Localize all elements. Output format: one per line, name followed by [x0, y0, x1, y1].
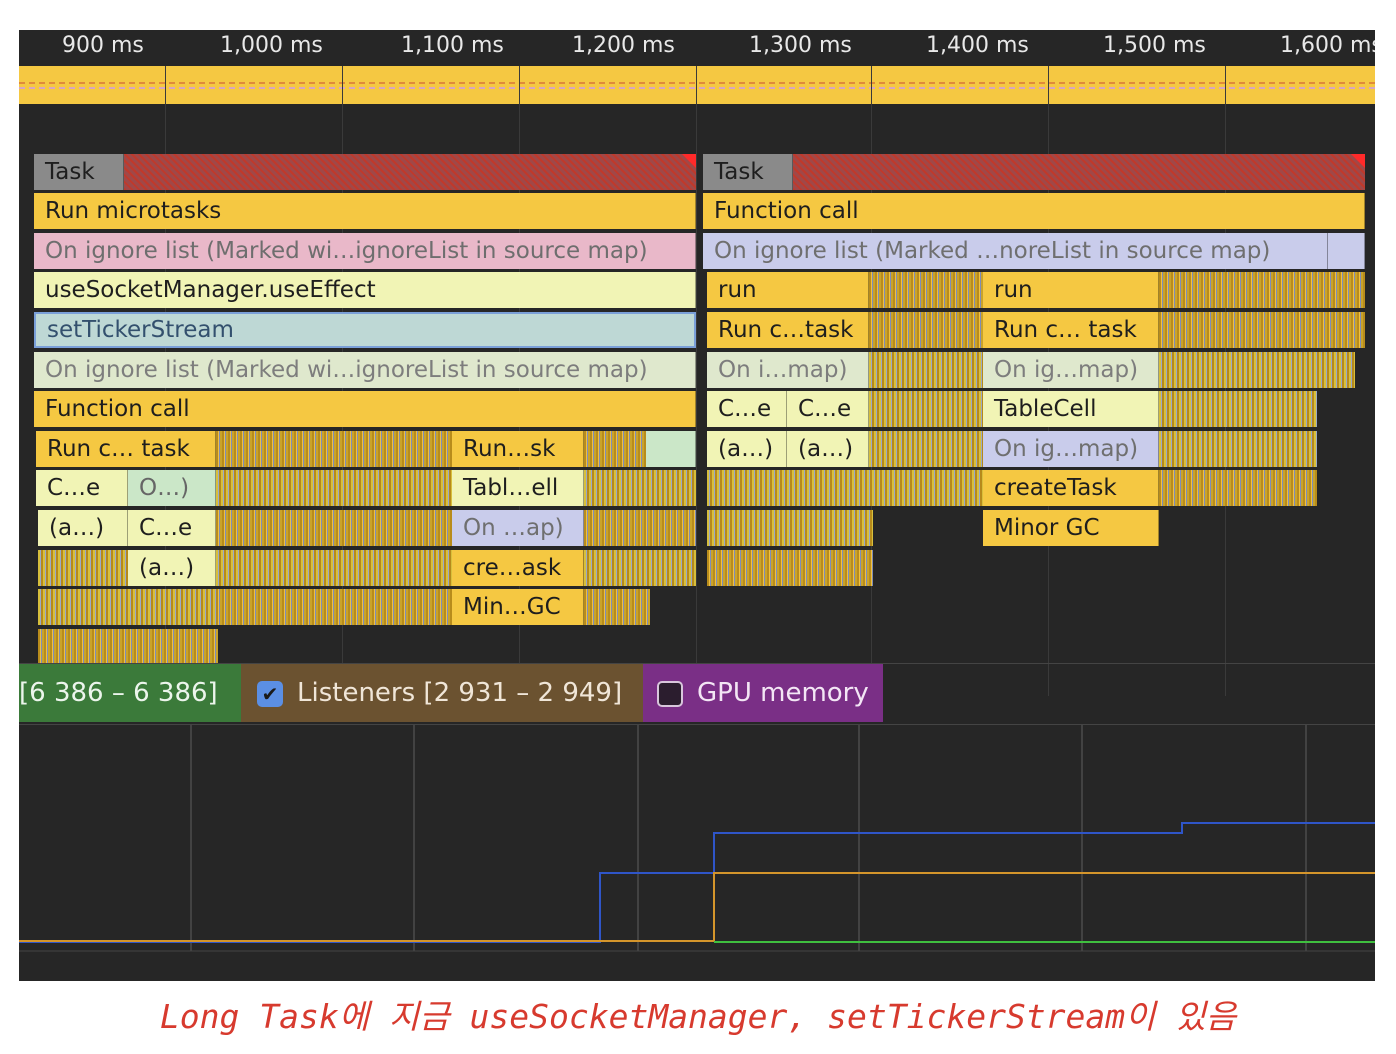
activity-strip — [869, 431, 983, 467]
ce-bar-2[interactable]: C…e — [128, 510, 216, 546]
activity-strip — [1159, 272, 1365, 308]
table-cell-bar-right[interactable]: TableCell — [983, 391, 1159, 427]
create-task-bar-right[interactable]: createTask — [983, 470, 1159, 506]
ce-bar-a[interactable]: C…e — [707, 391, 787, 427]
anon-bar-b[interactable]: (a…) — [787, 431, 869, 467]
use-socket-manager-bar[interactable]: useSocketManager.useEffect — [34, 272, 696, 308]
long-task-flag-icon — [682, 154, 696, 168]
activity-strip — [216, 589, 452, 625]
activity-strip — [584, 470, 696, 506]
tick-1300: 1,300 ms — [749, 33, 852, 58]
run-task-bar-left[interactable]: Run c… task — [36, 431, 216, 467]
minor-gc-bar-left[interactable]: Min…GC — [452, 589, 584, 625]
activity-strip — [707, 470, 983, 506]
anon-bar-2[interactable]: (a…) — [128, 550, 216, 586]
activity-strip — [869, 391, 983, 427]
activity-strip — [869, 312, 983, 348]
listeners-counter[interactable]: ✔ Listeners [2 931 – 2 949] — [241, 664, 643, 722]
set-ticker-stream-bar[interactable]: setTickerStream — [34, 312, 696, 348]
ignore-list-bar[interactable]: On ignore list (Marked wi…ignoreList in … — [34, 233, 696, 269]
tick-1400: 1,400 ms — [926, 33, 1029, 58]
run-task-bar-a[interactable]: Run c…task — [707, 312, 869, 348]
activity-strip — [1159, 470, 1317, 506]
activity-strip — [1159, 431, 1317, 467]
activity-strip — [584, 589, 650, 625]
activity-strip — [1159, 312, 1365, 348]
create-task-bar-left[interactable]: cre…ask — [452, 550, 584, 586]
activity-strip — [707, 550, 873, 586]
tick-1100: 1,100 ms — [401, 33, 504, 58]
performance-panel: 900 ms 1,000 ms 1,100 ms 1,200 ms 1,300 … — [19, 30, 1375, 981]
long-task-warning-right[interactable] — [793, 154, 1365, 190]
js-heap-line — [19, 822, 1375, 943]
table-cell-bar-left[interactable]: Tabl…ell — [452, 470, 584, 506]
activity-strip — [584, 510, 696, 546]
counter-graph — [19, 725, 1375, 952]
on-map-bar-a[interactable]: On i…map) — [707, 352, 869, 388]
gpu-memory-label: GPU memory — [697, 678, 869, 708]
long-task-warning-left[interactable] — [124, 154, 696, 190]
annotation-caption: Long Task에 지금 useSocketManager, setTicke… — [159, 997, 1237, 1036]
time-ruler: 900 ms 1,000 ms 1,100 ms 1,200 ms 1,300 … — [19, 30, 1375, 66]
cpu-activity-bar[interactable] — [19, 66, 1375, 104]
tick-1500: 1,500 ms — [1103, 33, 1206, 58]
run-task-bar-b[interactable]: Run c… task — [983, 312, 1159, 348]
nodes-counter-label: [6 386 – 6 386] — [19, 678, 218, 708]
small-bar[interactable] — [1328, 233, 1365, 269]
tick-1000: 1,000 ms — [220, 33, 323, 58]
tick-1600: 1,600 ms — [1280, 33, 1375, 58]
ce-bar-b[interactable]: C…e — [787, 391, 869, 427]
task-bar-right[interactable]: Task — [703, 154, 793, 190]
activity-strip — [38, 629, 218, 665]
run-bar-b[interactable]: run — [983, 272, 1159, 308]
ce-bar-1[interactable]: C…e — [36, 470, 128, 506]
run-microtasks-bar[interactable]: Run microtasks — [34, 193, 696, 229]
small-bar[interactable] — [646, 431, 696, 467]
listeners-checkbox[interactable]: ✔ — [257, 680, 283, 707]
anon-bar-1[interactable]: (a…) — [38, 510, 128, 546]
task-bar-left[interactable]: Task — [34, 154, 124, 190]
on-map-bar-c[interactable]: On ig…map) — [983, 431, 1159, 467]
gpu-memory-checkbox[interactable] — [657, 680, 683, 707]
activity-strip — [216, 510, 452, 546]
activity-strip — [38, 589, 216, 625]
on-map-bar-b[interactable]: On ig…map) — [983, 352, 1159, 388]
activity-strip — [1159, 352, 1355, 388]
activity-strip — [869, 352, 983, 388]
ignore-list-bar-right[interactable]: On ignore list (Marked …noreList in sour… — [703, 233, 1328, 269]
gpu-memory-counter[interactable]: GPU memory — [643, 664, 883, 722]
activity-strip — [1159, 391, 1317, 427]
ignore-list-bar-2[interactable]: On ignore list (Marked wi…ignoreList in … — [34, 352, 696, 388]
on-ap-bar[interactable]: On …ap) — [452, 510, 584, 546]
o-bar[interactable]: O…) — [128, 470, 216, 506]
activity-strip — [38, 550, 128, 586]
run-sk-bar[interactable]: Run…sk — [452, 431, 584, 467]
activity-strip — [584, 431, 646, 467]
activity-strip — [216, 550, 452, 586]
activity-strip — [869, 272, 983, 308]
activity-strip — [216, 431, 452, 467]
minor-gc-bar-right[interactable]: Minor GC — [983, 510, 1159, 546]
activity-strip — [216, 470, 452, 506]
run-bar-a[interactable]: run — [707, 272, 869, 308]
activity-strip — [707, 510, 873, 546]
long-task-flag-icon — [1351, 154, 1365, 168]
grid-line — [696, 66, 697, 696]
nodes-counter[interactable]: [6 386 – 6 386] — [19, 664, 241, 722]
anon-bar-a[interactable]: (a…) — [707, 431, 787, 467]
listeners-label: Listeners [2 931 – 2 949] — [297, 678, 623, 708]
tick-900: 900 ms — [62, 33, 144, 58]
listeners-line — [19, 872, 1375, 942]
function-call-bar-right[interactable]: Function call — [703, 193, 1365, 229]
tick-1200: 1,200 ms — [572, 33, 675, 58]
activity-strip — [584, 550, 696, 586]
function-call-bar-left[interactable]: Function call — [34, 391, 696, 427]
